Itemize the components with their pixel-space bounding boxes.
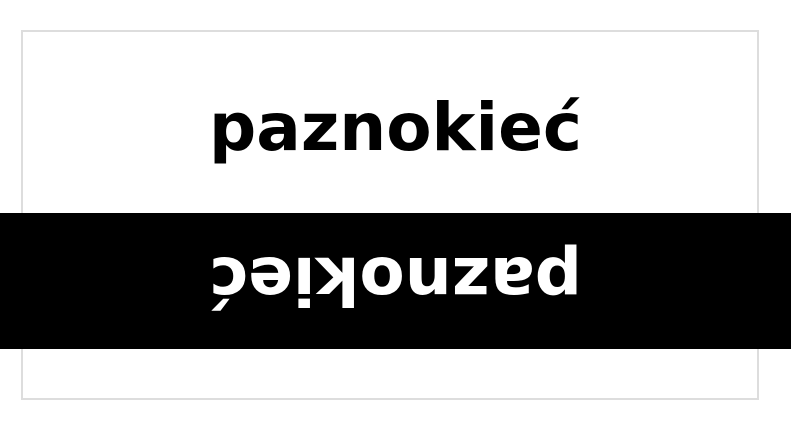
canvas: paznokieć paznokieć — [0, 0, 791, 425]
word-upside-down: paznokieć — [209, 242, 582, 319]
black-band: paznokieć — [0, 213, 791, 349]
word-upright: paznokieć — [209, 89, 582, 166]
